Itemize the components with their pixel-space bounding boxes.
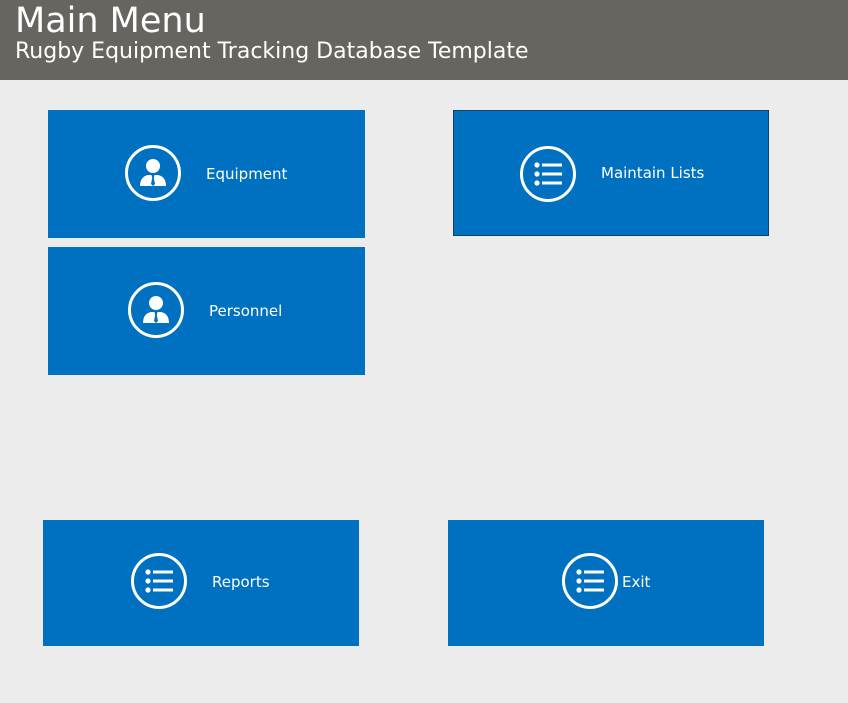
reports-label: Reports: [212, 573, 270, 591]
page-title: Main Menu: [15, 1, 206, 41]
equipment-button[interactable]: Equipment: [48, 110, 365, 238]
maintain-lists-button[interactable]: Maintain Lists: [453, 110, 769, 236]
list-icon: [520, 146, 576, 202]
list-icon: [562, 553, 618, 609]
person-icon: [125, 145, 181, 201]
personnel-button[interactable]: Personnel: [48, 247, 365, 375]
page-subtitle: Rugby Equipment Tracking Database Templa…: [15, 39, 529, 64]
maintain-lists-label: Maintain Lists: [601, 164, 705, 182]
list-icon: [131, 553, 187, 609]
exit-label: Exit: [622, 573, 651, 591]
person-icon: [128, 282, 184, 338]
exit-button[interactable]: Exit: [448, 520, 764, 646]
reports-button[interactable]: Reports: [43, 520, 359, 646]
personnel-label: Personnel: [209, 302, 283, 320]
equipment-label: Equipment: [206, 165, 288, 183]
header-bar: Main Menu Rugby Equipment Tracking Datab…: [0, 0, 848, 80]
